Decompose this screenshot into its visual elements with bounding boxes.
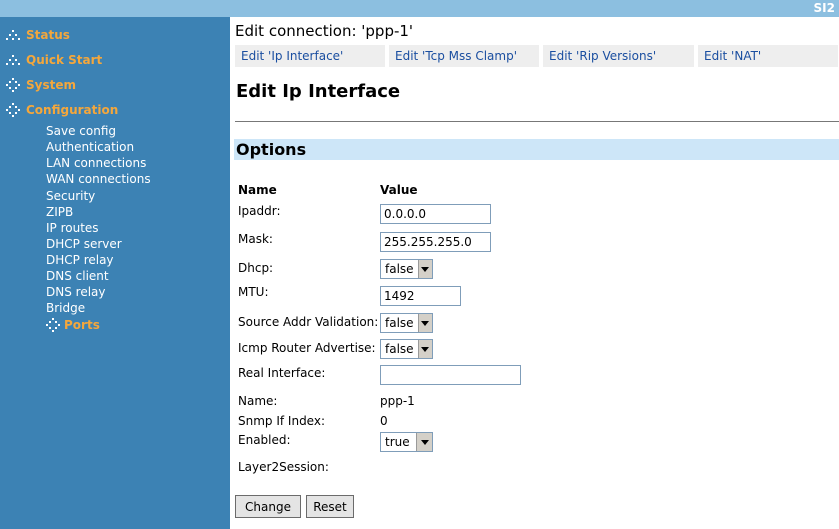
sidebar-item-configuration[interactable]: Configuration [0,100,118,120]
enabled-label: Enabled: [238,433,291,447]
chevron-down-icon[interactable] [416,433,432,451]
real-interface-input[interactable] [380,365,521,385]
tab-ip-interface[interactable]: Edit 'Ip Interface' [235,45,385,67]
icmp-router-advertise-label: Icmp Router Advertise: [238,341,376,355]
mask-label: Mask: [238,232,273,246]
main-content: Edit connection: 'ppp-1' Edit 'Ip Interf… [230,17,839,529]
ipaddr-label: Ipaddr: [238,204,281,218]
column-header-value: Value [380,183,418,197]
chevron-down-icon[interactable] [417,260,432,278]
sidebar-item-label: Quick Start [26,53,103,67]
tab-tcp-mss-clamp[interactable]: Edit 'Tcp Mss Clamp' [389,45,539,67]
source-addr-validation-select[interactable]: false [380,313,433,333]
sidebar-sub-ip-routes[interactable]: IP routes [46,220,99,236]
sidebar-sub-save-config[interactable]: Save config [46,123,116,139]
sidebar-sub-dhcp-server[interactable]: DHCP server [46,236,122,252]
sidebar-sub-authentication[interactable]: Authentication [46,139,134,155]
mask-input[interactable] [380,232,491,252]
brand-label: SI2 [813,1,835,15]
source-addr-validation-value: false [385,316,414,330]
tab-rip-versions[interactable]: Edit 'Rip Versions' [543,45,694,67]
connection-title: Edit connection: 'ppp-1' [235,22,414,40]
enabled-select[interactable]: true [380,432,433,452]
source-addr-validation-label: Source Addr Validation: [238,315,379,329]
sidebar: Status Quick Start System Configuration … [0,17,230,529]
chevron-down-icon[interactable] [417,314,432,332]
icmp-router-advertise-value: false [385,342,414,356]
tab-bar: Edit 'Ip Interface' Edit 'Tcp Mss Clamp'… [235,45,839,67]
dhcp-label: Dhcp: [238,261,274,275]
page-title: Edit Ip Interface [236,81,401,102]
section-title: Options [234,139,839,160]
reset-button[interactable]: Reset [306,495,354,518]
sidebar-sub-dns-relay[interactable]: DNS relay [46,284,106,300]
top-bar: SI2 [0,0,839,17]
snmp-if-index-value: 0 [380,414,388,428]
column-header-name: Name [238,183,277,197]
dots-icon [46,318,64,332]
sidebar-sub-dhcp-relay[interactable]: DHCP relay [46,252,114,268]
sidebar-sub-dns-client[interactable]: DNS client [46,268,109,284]
sidebar-item-label: System [26,78,76,92]
sidebar-item-quick-start[interactable]: Quick Start [0,50,102,70]
sidebar-item-label: Configuration [26,103,119,117]
name-value: ppp-1 [380,394,415,408]
chevron-down-icon[interactable] [417,340,432,358]
mtu-label: MTU: [238,285,269,299]
sidebar-sub-ports[interactable]: Ports [46,317,100,333]
name-label: Name: [238,394,278,408]
real-interface-label: Real Interface: [238,366,326,380]
sidebar-sub-security[interactable]: Security [46,188,95,204]
change-button[interactable]: Change [235,495,301,518]
dots-icon [0,29,26,41]
sidebar-sub-lan-connections[interactable]: LAN connections [46,155,146,171]
divider [235,121,839,122]
sidebar-sub-wan-connections[interactable]: WAN connections [46,171,151,187]
sidebar-item-status[interactable]: Status [0,25,70,45]
sidebar-item-label: Status [26,28,70,42]
tab-nat[interactable]: Edit 'NAT' [698,45,838,67]
sidebar-sub-bridge[interactable]: Bridge [46,300,85,316]
dots-icon [0,78,26,92]
sidebar-item-system[interactable]: System [0,75,76,95]
layer2session-label: Layer2Session: [238,460,329,474]
sidebar-item-label: Ports [64,318,100,332]
icmp-router-advertise-select[interactable]: false [380,339,433,359]
ipaddr-input[interactable] [380,204,491,224]
dhcp-value: false [385,262,414,276]
dots-icon [0,54,26,66]
enabled-value: true [385,435,410,449]
sidebar-sub-zipb[interactable]: ZIPB [46,204,73,220]
dhcp-select[interactable]: false [380,259,433,279]
mtu-input[interactable] [380,286,461,306]
snmp-if-index-label: Snmp If Index: [238,414,325,428]
dots-icon [0,103,26,117]
